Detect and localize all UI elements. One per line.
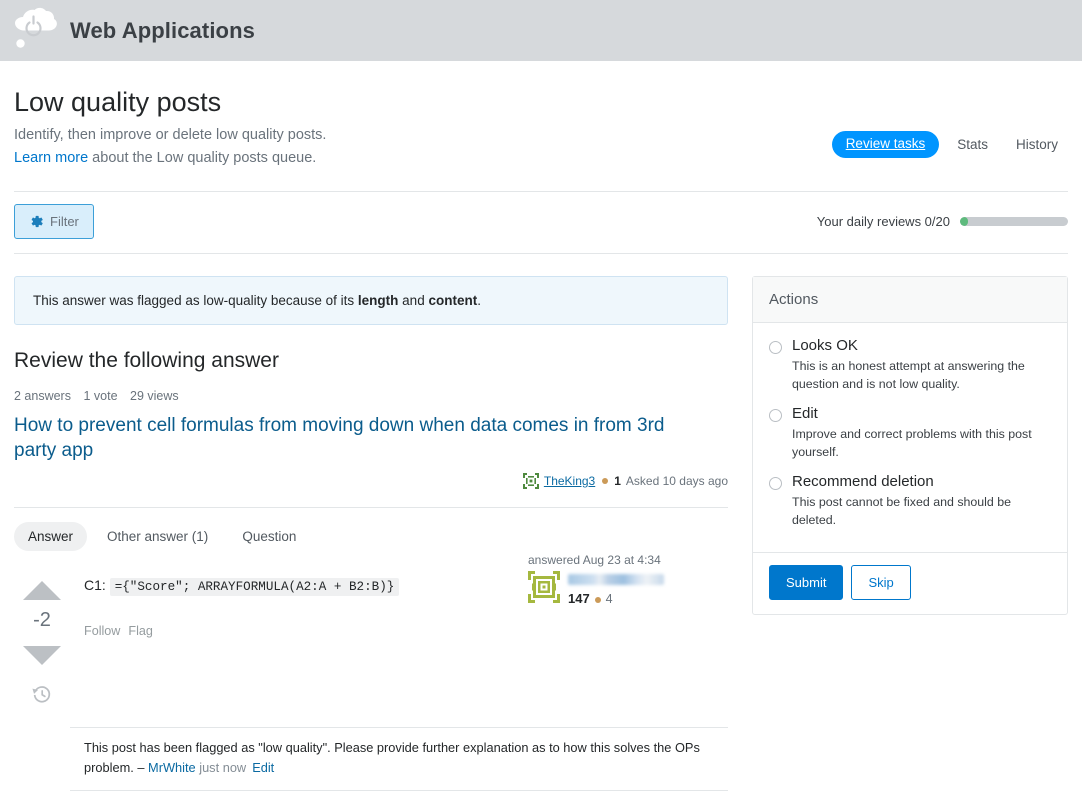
answerer-card: answered Aug 23 at 4:34 147 4 <box>528 553 728 638</box>
action-option-looks-ok[interactable]: Looks OK This is an honest attempt at an… <box>769 337 1051 393</box>
comment-item: This post has been flagged as "low quali… <box>84 728 724 790</box>
notice-reason-content: content <box>428 292 478 308</box>
option-description: This is an honest attempt at answering t… <box>792 358 1025 391</box>
stat-votes: 1 vote <box>83 388 118 403</box>
actions-options: Looks OK This is an honest attempt at an… <box>753 323 1067 552</box>
notice-reason-length: length <box>357 292 399 308</box>
stat-views: 29 views <box>130 388 179 403</box>
asker-avatar <box>522 473 539 490</box>
asker-rep: 1 <box>614 474 621 489</box>
answerer-details: 147 4 <box>568 571 664 606</box>
queue-header: Low quality posts Identify, then improve… <box>14 61 1068 169</box>
upvote-button[interactable] <box>23 581 61 601</box>
daily-reviews-label: Your daily reviews 0/20 <box>816 213 950 229</box>
submit-button[interactable]: Submit <box>769 564 844 600</box>
actions-panel-footer: Submit Skip <box>753 551 1067 614</box>
history-clock-icon[interactable] <box>31 683 53 705</box>
actions-column: Actions Looks OK This is an honest attem… <box>752 275 1068 615</box>
option-label: Looks OK <box>792 336 858 354</box>
option-description: Improve and correct problems with this p… <box>792 427 1032 459</box>
page-title: Low quality posts <box>14 87 222 117</box>
notice-text-after: . <box>477 292 481 308</box>
comment-author[interactable]: MrWhite <box>148 760 196 775</box>
subtitle-line-1: Identify, then improve or delete low qua… <box>14 127 327 144</box>
tab-other-answer[interactable]: Other answer (1) <box>93 522 222 551</box>
answer-code-line: C1: ={"Score"; ARRAYFORMULA(A2:A + B2:B)… <box>84 577 400 597</box>
answerer-avatar[interactable] <box>528 571 560 604</box>
answered-timestamp: answered Aug 23 at 4:34 <box>528 553 661 568</box>
asker-name[interactable]: TheKing3 <box>544 474 595 488</box>
learn-more-rest: about the Low quality posts queue. <box>88 149 317 166</box>
vote-column: -2 <box>14 577 70 705</box>
site-title: Web Applications <box>70 17 255 43</box>
downvote-button[interactable] <box>23 646 61 666</box>
tab-answer[interactable]: Answer <box>14 522 88 552</box>
asked-time: Asked 10 days ago <box>625 474 728 489</box>
question-meta: TheKing3 1 Asked 10 days ago <box>14 473 728 490</box>
queue-header-text: Low quality posts Identify, then improve… <box>14 87 326 169</box>
daily-reviews: Your daily reviews 0/20 <box>817 214 1068 229</box>
answer-top: C1: ={"Score"; ARRAYFORMULA(A2:A + B2:B)… <box>84 553 728 638</box>
option-label: Recommend deletion <box>792 473 934 491</box>
filter-row: Filter Your daily reviews 0/20 <box>14 192 1068 253</box>
site-header: Web Applications <box>0 0 1082 61</box>
answerer-bronze-count: 4 <box>605 592 613 607</box>
tab-review-tasks[interactable]: Review tasks <box>831 131 940 158</box>
answerer-identity: 147 4 <box>528 571 728 606</box>
daily-reviews-progressbar <box>960 216 1068 226</box>
notice-text-before: This answer was flagged as low-quality b… <box>33 292 358 308</box>
filter-button[interactable]: Filter <box>14 203 94 239</box>
answer-body: C1: ={"Score"; ARRAYFORMULA(A2:A + B2:B)… <box>70 553 728 705</box>
tab-stats[interactable]: Stats <box>947 131 998 158</box>
actions-panel: Actions Looks OK This is an honest attem… <box>752 275 1068 615</box>
queue-nav: Review tasks Stats History <box>831 131 1068 158</box>
inline-code: ={"Score"; ARRAYFORMULA(A2:A + B2:B)} <box>109 578 400 597</box>
subtitle-line-2: Learn more about the Low quality posts q… <box>14 147 326 169</box>
skip-button[interactable]: Skip <box>851 564 911 600</box>
bronze-badge-icon <box>602 478 609 485</box>
learn-more-link[interactable]: Learn more <box>14 150 88 166</box>
flag-link[interactable]: Flag <box>128 624 153 638</box>
radio-recommend-deletion[interactable] <box>769 477 782 491</box>
bronze-badge-icon <box>595 597 602 604</box>
option-description: This post cannot be fixed and should be … <box>792 495 1012 528</box>
tab-history[interactable]: History <box>1006 131 1068 158</box>
radio-looks-ok[interactable] <box>769 340 782 354</box>
option-label: Edit <box>792 405 818 423</box>
question-stats: 2 answers 1 vote 29 views <box>14 389 728 403</box>
vote-score: -2 <box>33 609 51 632</box>
comment-time: just now <box>195 759 247 775</box>
stat-answers: 2 answers <box>14 388 71 403</box>
cell-reference-label: C1: <box>84 577 106 594</box>
page-subtitle: Identify, then improve or delete low qua… <box>14 124 326 169</box>
notice-text-middle: and <box>398 292 429 308</box>
tab-question[interactable]: Question <box>228 522 310 551</box>
review-column: This answer was flagged as low-quality b… <box>14 275 728 803</box>
add-comment-link[interactable]: Add a comment <box>84 791 174 803</box>
answerer-reputation-row: 147 4 <box>568 591 664 606</box>
comment-edit-link[interactable]: Edit <box>252 760 274 775</box>
option-text-edit: Edit Improve and correct problems with t… <box>792 405 1032 461</box>
progress-fill <box>960 216 968 226</box>
answer-text-area: C1: ={"Score"; ARRAYFORMULA(A2:A + B2:B)… <box>84 577 400 638</box>
action-option-edit[interactable]: Edit Improve and correct problems with t… <box>769 405 1051 461</box>
site-logo[interactable] <box>8 5 60 57</box>
filter-button-label: Filter <box>50 213 79 229</box>
flag-notice: This answer was flagged as low-quality b… <box>14 275 728 325</box>
gear-icon <box>31 215 43 228</box>
main-content: This answer was flagged as low-quality b… <box>14 254 1068 803</box>
actions-panel-title: Actions <box>753 276 1067 323</box>
post-actions: Follow Flag <box>84 624 399 638</box>
action-option-recommend-deletion[interactable]: Recommend deletion This post cannot be f… <box>769 473 1051 529</box>
option-text-recommend-deletion: Recommend deletion This post cannot be f… <box>792 473 1032 529</box>
answer-post: -2 C1: ={"Score"; ARRAYFORMULA(A2:A + B2… <box>14 553 728 705</box>
review-heading: Review the following answer <box>14 348 279 372</box>
answerer-rep: 147 <box>568 591 590 607</box>
option-text-looks-ok: Looks OK This is an honest attempt at an… <box>792 337 1032 393</box>
radio-edit[interactable] <box>769 409 782 423</box>
cloud-power-logo-icon <box>15 7 57 48</box>
question-title-link[interactable]: How to prevent cell formulas from moving… <box>14 413 694 463</box>
follow-link[interactable]: Follow <box>84 624 120 638</box>
answerer-name-redacted[interactable] <box>568 574 664 586</box>
